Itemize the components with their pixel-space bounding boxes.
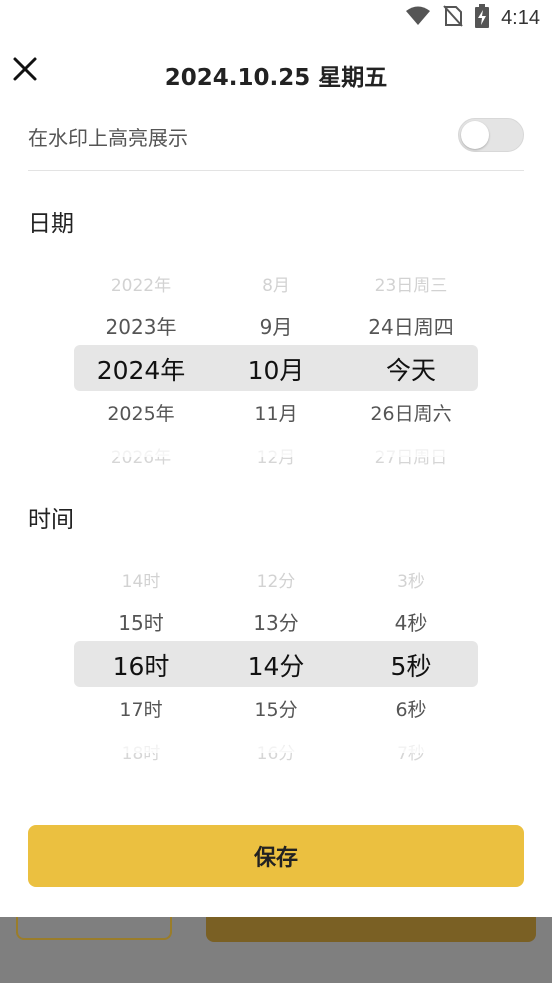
time-picker: 14时 15时 16时 17时 18时 12分 13分 14分 15分 16分 … bbox=[74, 555, 478, 775]
wheel-item-selected[interactable]: 今天 bbox=[344, 351, 478, 387]
watermark-highlight-toggle[interactable] bbox=[458, 118, 524, 152]
hour-wheel[interactable]: 14时 15时 16时 17时 18时 bbox=[74, 555, 208, 775]
status-bar: 4:14 bbox=[0, 0, 552, 36]
wheel-item[interactable]: 6秒 bbox=[344, 695, 478, 722]
wheel-fade bbox=[209, 733, 343, 753]
wheel-item[interactable]: 9月 bbox=[209, 311, 343, 340]
wheel-item[interactable]: 13分 bbox=[209, 607, 343, 636]
wheel-item-selected[interactable]: 14分 bbox=[209, 647, 343, 683]
date-section-title: 日期 bbox=[28, 211, 74, 237]
divider bbox=[28, 170, 524, 171]
battery-charging-icon bbox=[475, 4, 490, 32]
wheel-item[interactable]: 8月 bbox=[209, 271, 343, 296]
wheel-item[interactable]: 14时 bbox=[74, 567, 208, 592]
wheel-item[interactable]: 24日周四 bbox=[344, 311, 478, 340]
wheel-item[interactable]: 15时 bbox=[74, 607, 208, 636]
wheel-item[interactable]: 2022年 bbox=[74, 271, 208, 296]
watermark-highlight-row: 在水印上高亮展示 bbox=[28, 112, 524, 158]
time-section-title: 时间 bbox=[28, 507, 74, 533]
wheel-item[interactable]: 12分 bbox=[209, 567, 343, 592]
wheel-item[interactable]: 2025年 bbox=[74, 399, 208, 426]
wheel-item[interactable]: 26日周六 bbox=[344, 399, 478, 426]
no-sim-icon bbox=[443, 5, 463, 31]
wheel-fade bbox=[209, 437, 343, 457]
wheel-fade bbox=[344, 733, 478, 753]
watermark-highlight-label: 在水印上高亮展示 bbox=[28, 126, 188, 150]
wheel-item[interactable]: 23日周三 bbox=[344, 271, 478, 296]
month-wheel[interactable]: 8月 9月 10月 11月 12月 bbox=[209, 259, 343, 479]
save-button[interactable]: 保存 bbox=[28, 825, 524, 887]
date-time-picker-sheet: 4:14 2024.10.25 星期五 在水印上高亮展示 日期 2022年 20… bbox=[0, 0, 552, 917]
year-wheel[interactable]: 2022年 2023年 2024年 2025年 2026年 bbox=[74, 259, 208, 479]
wheel-fade bbox=[344, 437, 478, 457]
wheel-item[interactable]: 3秒 bbox=[344, 567, 478, 592]
toggle-knob bbox=[461, 121, 489, 149]
wheel-item-selected[interactable]: 16时 bbox=[74, 647, 208, 683]
wheel-item[interactable]: 11月 bbox=[209, 399, 343, 426]
minute-wheel[interactable]: 12分 13分 14分 15分 16分 bbox=[209, 555, 343, 775]
status-icons: 4:14 bbox=[405, 4, 540, 32]
wheel-item-selected[interactable]: 10月 bbox=[209, 351, 343, 387]
status-time: 4:14 bbox=[501, 6, 540, 29]
wheel-item-selected[interactable]: 5秒 bbox=[344, 647, 478, 683]
page-title: 2024.10.25 星期五 bbox=[164, 65, 388, 91]
wheel-item[interactable]: 17时 bbox=[74, 695, 208, 722]
day-wheel[interactable]: 23日周三 24日周四 今天 26日周六 27日周日 bbox=[344, 259, 478, 479]
wheel-fade bbox=[74, 733, 208, 753]
wheel-fade bbox=[74, 437, 208, 457]
wheel-item[interactable]: 4秒 bbox=[344, 607, 478, 636]
wheel-item[interactable]: 2023年 bbox=[74, 311, 208, 340]
header: 2024.10.25 星期五 bbox=[0, 48, 552, 98]
date-picker: 2022年 2023年 2024年 2025年 2026年 8月 9月 10月 … bbox=[74, 259, 478, 479]
wheel-item[interactable]: 15分 bbox=[209, 695, 343, 722]
wifi-icon bbox=[405, 6, 431, 30]
wheel-item-selected[interactable]: 2024年 bbox=[74, 351, 208, 387]
second-wheel[interactable]: 3秒 4秒 5秒 6秒 7秒 bbox=[344, 555, 478, 775]
